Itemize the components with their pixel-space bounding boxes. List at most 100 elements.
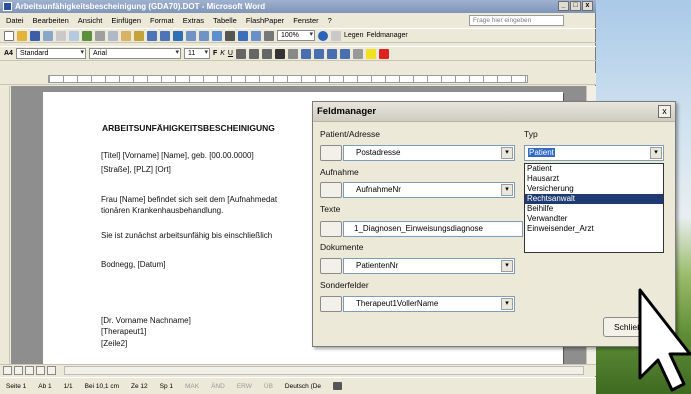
chevron-down-icon[interactable]: ▾ — [501, 147, 513, 159]
scroll-track[interactable] — [64, 366, 584, 375]
close-window-button[interactable]: x — [582, 1, 593, 11]
menu-help[interactable]: ? — [328, 16, 332, 25]
cut-icon[interactable] — [95, 30, 105, 41]
typ-option-hausarzt[interactable]: Hausarzt — [525, 174, 663, 184]
increase-indent-icon[interactable] — [339, 48, 350, 59]
chevron-down-icon[interactable]: ▾ — [501, 260, 513, 272]
bullets-icon[interactable] — [313, 48, 324, 59]
font-color-icon[interactable] — [378, 48, 389, 59]
menu-extras[interactable]: Extras — [183, 16, 204, 25]
save-icon[interactable] — [30, 30, 40, 41]
status-overtype[interactable]: ÜB — [264, 383, 273, 390]
patient-adresse-select[interactable]: Postadresse ▾ — [343, 145, 515, 161]
bold-button[interactable]: F — [213, 50, 217, 57]
aufnahme-insert-button[interactable] — [320, 182, 342, 198]
align-left-icon[interactable] — [235, 48, 246, 59]
status-language[interactable]: Deutsch (De — [285, 383, 321, 390]
reading-layout-icon[interactable] — [331, 30, 341, 41]
web-layout-icon[interactable] — [14, 366, 23, 375]
dialog-close-button[interactable]: x — [658, 105, 671, 118]
italic-button[interactable]: K — [220, 50, 225, 57]
undo-icon[interactable] — [147, 30, 157, 41]
columns-icon[interactable] — [225, 30, 235, 41]
sonderfelder-select[interactable]: Therapeut1VollerName ▾ — [343, 296, 515, 312]
permission-icon[interactable] — [43, 30, 53, 41]
print-preview-icon[interactable] — [69, 30, 79, 41]
insert-table-icon[interactable] — [199, 30, 209, 41]
typ-option-verwandter[interactable]: Verwandter — [525, 214, 663, 224]
outline-view-icon[interactable] — [36, 366, 45, 375]
legen-button[interactable]: Legen — [344, 32, 363, 39]
typ-option-patient[interactable]: Patient — [525, 164, 663, 174]
menu-datei[interactable]: Datei — [6, 16, 24, 25]
reading-view-icon[interactable] — [47, 366, 56, 375]
help-icon[interactable] — [318, 30, 328, 41]
maximize-button[interactable]: □ — [570, 1, 581, 11]
texte-insert-button[interactable] — [320, 221, 342, 237]
menu-tabelle[interactable]: Tabelle — [213, 16, 237, 25]
horizontal-scrollbar[interactable] — [0, 364, 596, 376]
texte-label: Texte — [320, 204, 341, 214]
numbering-icon[interactable] — [300, 48, 311, 59]
status-track-changes[interactable]: ÄND — [211, 383, 225, 390]
normal-view-icon[interactable] — [3, 366, 12, 375]
format-painter-icon[interactable] — [134, 30, 144, 41]
typ-option-versicherung[interactable]: Versicherung — [525, 184, 663, 194]
status-macro[interactable]: MAK — [185, 383, 199, 390]
justify-icon[interactable] — [274, 48, 285, 59]
menu-flashpaper[interactable]: FlashPaper — [246, 16, 284, 25]
vertical-ruler[interactable] — [0, 86, 10, 364]
drawing-icon[interactable] — [238, 30, 248, 41]
spelling-icon[interactable] — [82, 30, 92, 41]
status-extend[interactable]: ERW — [237, 383, 252, 390]
horizontal-ruler[interactable] — [0, 73, 596, 85]
menu-einfuegen[interactable]: Einfügen — [111, 16, 141, 25]
zoom-select[interactable]: 100% — [277, 30, 315, 41]
style-select[interactable]: Standard — [15, 48, 86, 59]
help-search-input[interactable]: Frage hier eingeben — [469, 15, 564, 26]
typ-option-beihilfe[interactable]: Beihilfe — [525, 204, 663, 214]
new-document-icon[interactable] — [4, 30, 14, 41]
copy-icon[interactable] — [108, 30, 118, 41]
hyperlink-icon[interactable] — [173, 30, 183, 41]
font-select[interactable]: Arial — [88, 48, 181, 59]
aufnahme-select[interactable]: AufnahmeNr ▾ — [343, 182, 515, 198]
menu-format[interactable]: Format — [150, 16, 174, 25]
minimize-button[interactable]: _ — [558, 1, 569, 11]
typ-select[interactable]: Patient ▾ — [524, 145, 664, 161]
document-map-icon[interactable] — [251, 30, 261, 41]
excel-icon[interactable] — [212, 30, 222, 41]
dokumente-insert-button[interactable] — [320, 258, 342, 274]
print-layout-icon[interactable] — [25, 366, 34, 375]
typ-option-einweisender-arzt[interactable]: Einweisender_Arzt — [525, 224, 663, 234]
chevron-down-icon[interactable]: ▾ — [501, 184, 513, 196]
menu-ansicht[interactable]: Ansicht — [78, 16, 103, 25]
feldmanager-button[interactable]: Feldmanager — [366, 32, 407, 39]
texte-select[interactable]: 1_Diagnosen_Einweisungsdiagnose — [343, 221, 523, 237]
patient-insert-button[interactable] — [320, 145, 342, 161]
print-icon[interactable] — [56, 30, 66, 41]
spelling-status-icon[interactable] — [333, 382, 343, 390]
sonderfelder-insert-button[interactable] — [320, 296, 342, 312]
typ-option-rechtsanwalt[interactable]: Rechtsanwalt — [525, 194, 663, 204]
styles-icon[interactable]: A4 — [4, 50, 13, 57]
patient-adresse-label: Patient/Adresse — [320, 129, 381, 139]
paste-icon[interactable] — [121, 30, 131, 41]
align-center-icon[interactable] — [248, 48, 259, 59]
align-right-icon[interactable] — [261, 48, 272, 59]
menu-fenster[interactable]: Fenster — [293, 16, 318, 25]
underline-button[interactable]: U — [228, 50, 233, 57]
borders-icon[interactable] — [352, 48, 363, 59]
font-size-select[interactable]: 11 — [183, 48, 210, 59]
open-folder-icon[interactable] — [17, 30, 27, 41]
chevron-down-icon[interactable]: ▾ — [650, 147, 662, 159]
chevron-down-icon[interactable]: ▾ — [501, 298, 513, 310]
redo-icon[interactable] — [160, 30, 170, 41]
line-spacing-icon[interactable] — [287, 48, 298, 59]
show-formatting-icon[interactable] — [264, 30, 274, 41]
tables-icon[interactable] — [186, 30, 196, 41]
decrease-indent-icon[interactable] — [326, 48, 337, 59]
menu-bearbeiten[interactable]: Bearbeiten — [33, 16, 69, 25]
highlight-icon[interactable] — [365, 48, 376, 59]
dokumente-select[interactable]: PatientenNr ▾ — [343, 258, 515, 274]
